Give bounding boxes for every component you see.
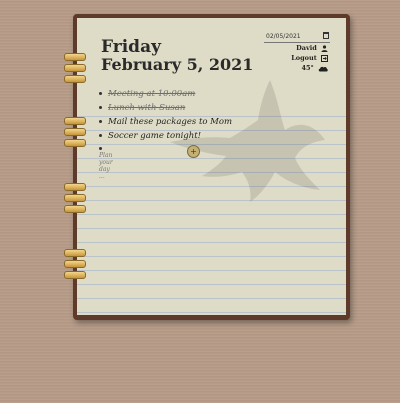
ring-icon [64, 139, 86, 147]
calendar-icon[interactable] [323, 32, 329, 39]
bullet-icon [99, 134, 102, 137]
task-item[interactable]: Soccer game tonight! [99, 131, 201, 141]
logout-icon[interactable] [321, 54, 328, 62]
new-task-input[interactable]: Plan your day ... [99, 145, 113, 180]
bullet-icon [99, 106, 102, 109]
ring-icon [64, 260, 86, 268]
bullet-icon [99, 147, 102, 150]
bullet-icon [99, 92, 102, 95]
task-text[interactable]: Soccer game tonight! [108, 131, 201, 141]
task-text[interactable]: Meeting at 10:00am [108, 89, 195, 99]
ring-icon [64, 128, 86, 136]
task-item[interactable]: Mail these packages to Mom [99, 117, 232, 127]
ring-icon [64, 249, 86, 257]
task-item[interactable]: Meeting at 10:00am [99, 89, 195, 99]
day-name: Friday [101, 37, 161, 57]
weather-info: 45° [301, 64, 328, 72]
user-name: David [296, 44, 317, 52]
ring-icon [64, 53, 86, 61]
person-icon [321, 44, 328, 52]
ring-icon [64, 64, 86, 72]
logout-label[interactable]: Logout [291, 54, 317, 62]
add-task-button[interactable]: + [187, 145, 200, 158]
date-value: 02/05/2021 [266, 33, 301, 40]
logout-link[interactable]: Logout [291, 54, 328, 62]
temperature: 45° [301, 64, 314, 72]
task-item[interactable]: Lunch with Susan [99, 103, 185, 113]
ring-icon [64, 271, 86, 279]
task-text[interactable]: Lunch with Susan [108, 103, 185, 113]
ring-icon [64, 75, 86, 83]
task-text[interactable]: Mail these packages to Mom [108, 117, 232, 127]
user-info: David [296, 44, 328, 52]
full-date: February 5, 2021 [101, 55, 254, 74]
ring-icon [64, 205, 86, 213]
bullet-icon [99, 120, 102, 123]
new-task-placeholder[interactable]: Plan your day ... [99, 152, 113, 180]
ring-icon [64, 117, 86, 125]
cloud-icon [318, 66, 328, 71]
date-picker-input[interactable]: 02/05/2021 [264, 32, 330, 43]
ring-icon [64, 194, 86, 202]
ring-icon [64, 183, 86, 191]
